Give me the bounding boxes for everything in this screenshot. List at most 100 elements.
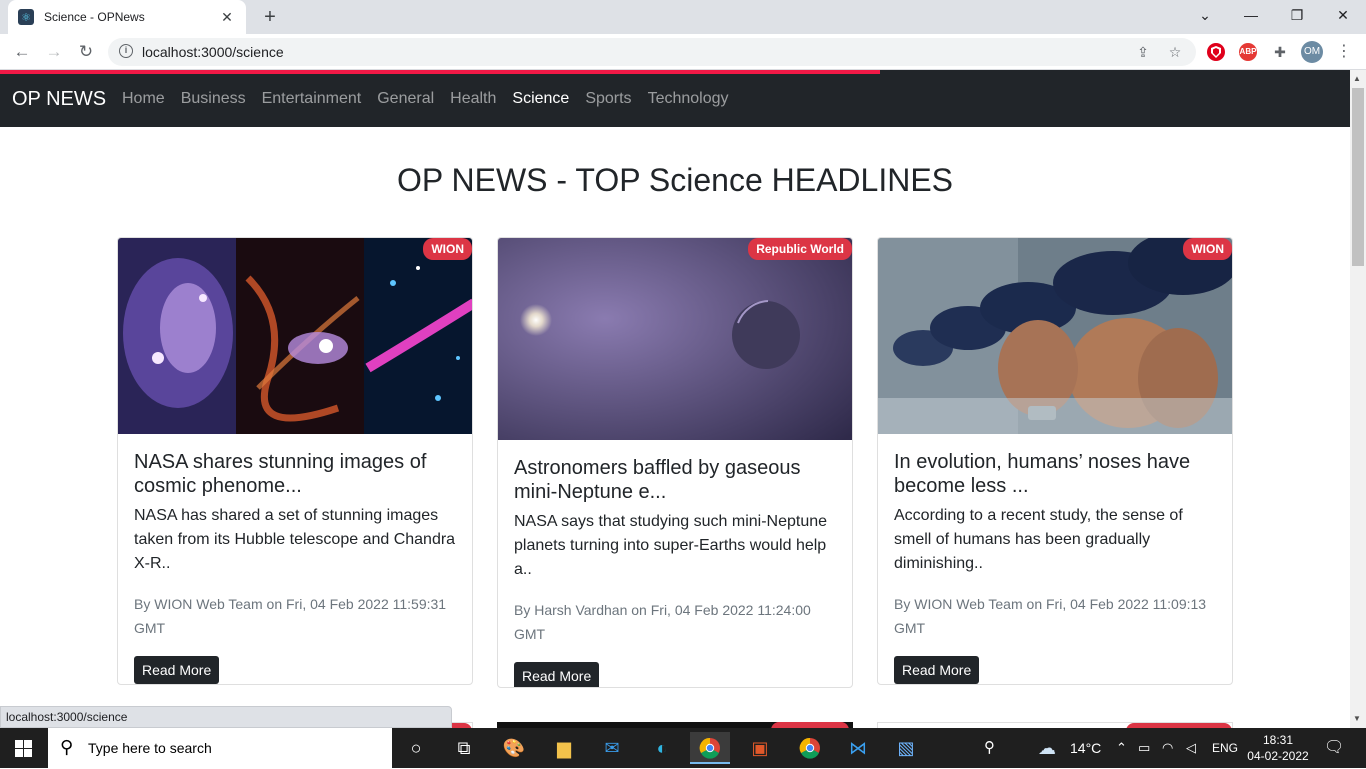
wifi-icon[interactable]: ◠	[1162, 728, 1173, 768]
meta-on-label: on	[1026, 596, 1043, 612]
card-title: Astronomers baffled by gaseous mini-Nept…	[514, 457, 801, 503]
back-icon[interactable]: ←	[10, 40, 34, 64]
search-placeholder[interactable]: Type here to search	[88, 740, 212, 756]
weather-icon[interactable]: ☁	[1038, 728, 1056, 768]
nav-link-technology[interactable]: Technology	[648, 90, 729, 108]
status-bar-url: localhost:3000/science	[0, 706, 452, 728]
card-body: NASA shares stunning images of cosmic ph…	[118, 434, 472, 684]
ublock-icon[interactable]	[1207, 43, 1225, 61]
news-image[interactable]	[878, 238, 1232, 434]
clock-time: 18:31	[1262, 733, 1294, 747]
language-indicator[interactable]: ENG	[1212, 728, 1238, 768]
card-description: NASA has shared a set of stunning images…	[134, 507, 456, 572]
meta-on-label: on	[631, 602, 647, 618]
nav-link-sports[interactable]: Sports	[585, 90, 631, 108]
meta-on-label: on	[266, 596, 283, 612]
taskbar-search[interactable]: ⚲ Type here to search	[48, 728, 392, 768]
scrollbar-thumb[interactable]	[1352, 88, 1364, 266]
browser-tab[interactable]: ⚛ Science - OPNews ✕	[8, 0, 246, 34]
windows-start-icon[interactable]	[15, 740, 32, 757]
browser-tab-strip: ⚛ Science - OPNews ✕ + ⌄ — ❐ ✕	[0, 0, 1366, 34]
meta-by-label: By	[514, 602, 531, 618]
scroll-up-icon[interactable]: ▲	[1353, 74, 1361, 83]
card-description: According to a recent study, the sense o…	[894, 507, 1183, 572]
adblock-icon[interactable]: ABP	[1239, 43, 1257, 61]
react-favicon-icon: ⚛	[18, 9, 34, 25]
card-body: In evolution, humans’ noses have become …	[878, 434, 1232, 684]
edge-browser-icon[interactable]: ◐	[642, 732, 682, 764]
vscode-icon[interactable]: ⋈	[838, 732, 878, 764]
extensions-puzzle-icon[interactable]: ✚	[1271, 43, 1289, 61]
card-author: WION Web Team	[154, 596, 263, 612]
minimize-button[interactable]: —	[1228, 0, 1274, 30]
paint-app-icon[interactable]: 🎨	[494, 732, 534, 764]
nav-link-home[interactable]: Home	[122, 90, 165, 108]
people-icon[interactable]: ⚲	[984, 728, 995, 768]
mail-icon[interactable]: ✉	[592, 732, 632, 764]
tab-close-icon[interactable]: ✕	[218, 9, 236, 26]
page-viewport: OP NEWS Home Business Entertainment Gene…	[0, 70, 1350, 728]
tab-title: Science - OPNews	[44, 10, 145, 24]
profile-avatar[interactable]: OM	[1301, 41, 1323, 63]
new-tab-button[interactable]: +	[258, 5, 282, 29]
news-image[interactable]	[118, 238, 472, 434]
tab-search-icon[interactable]: ⌄	[1182, 0, 1228, 30]
card-meta: By WION Web Team on Fri, 04 Feb 2022 11:…	[894, 592, 1216, 640]
battery-icon[interactable]: ▭	[1138, 728, 1150, 768]
news-card: Republic World Astronomers baffled by ga…	[497, 237, 853, 688]
site-info-icon[interactable]: i	[119, 44, 133, 58]
source-badge: WION	[423, 238, 472, 260]
photos-icon[interactable]: ▧	[886, 732, 926, 764]
card-author: WION Web Team	[914, 596, 1023, 612]
search-icon: ⚲	[60, 737, 74, 757]
nav-link-entertainment[interactable]: Entertainment	[262, 90, 362, 108]
news-image[interactable]	[498, 238, 852, 440]
nav-link-business[interactable]: Business	[181, 90, 246, 108]
brand-logo[interactable]: OP NEWS	[12, 88, 106, 111]
nav-link-general[interactable]: General	[377, 90, 434, 108]
clock[interactable]: 18:31 04-02-2022	[1246, 728, 1310, 768]
card-author: Harsh Vardhan	[534, 602, 628, 618]
meta-by-label: By	[134, 596, 151, 612]
meta-by-label: By	[894, 596, 911, 612]
scroll-down-icon[interactable]: ▼	[1353, 714, 1361, 723]
nav-link-health[interactable]: Health	[450, 90, 496, 108]
reload-icon[interactable]: ↻	[74, 40, 98, 64]
news-card: WION NASA shares stunning images of cosm…	[117, 237, 473, 685]
clock-date: 04-02-2022	[1247, 749, 1309, 763]
bookmark-star-icon[interactable]: ☆	[1165, 42, 1185, 62]
read-more-button[interactable]: Read More	[894, 656, 980, 684]
chrome-profile-icon[interactable]	[790, 732, 830, 764]
page-scrollbar[interactable]: ▲ ▼	[1350, 70, 1366, 728]
source-badge: Republic World	[748, 238, 852, 260]
read-more-button[interactable]: Read More	[514, 662, 600, 687]
card-title: NASA shares stunning images of cosmic ph…	[134, 451, 427, 497]
url-text[interactable]: localhost:3000/science	[142, 44, 284, 60]
card-meta: By WION Web Team on Fri, 04 Feb 2022 11:…	[134, 592, 456, 640]
source-badge: WION	[1183, 238, 1232, 260]
card-meta: By Harsh Vardhan on Fri, 04 Feb 2022 11:…	[514, 598, 836, 646]
task-view-icon[interactable]: ⧉	[444, 732, 484, 764]
volume-icon[interactable]: ◁	[1186, 728, 1196, 768]
chrome-browser-icon[interactable]	[690, 732, 730, 764]
close-window-button[interactable]: ✕	[1320, 0, 1366, 30]
forward-icon[interactable]: →	[42, 40, 66, 64]
office-icon[interactable]: ▣	[740, 732, 780, 764]
nav-links: Home Business Entertainment General Heal…	[122, 90, 745, 108]
browser-toolbar: ← → ↻ i localhost:3000/science ⇪ ☆ ABP ✚…	[0, 34, 1366, 70]
loading-progress-bar	[0, 70, 880, 74]
app-navbar: OP NEWS Home Business Entertainment Gene…	[0, 70, 1350, 127]
restore-button[interactable]: ❐	[1274, 0, 1320, 30]
read-more-button[interactable]: Read More	[134, 656, 220, 684]
cortana-icon[interactable]: ○	[396, 732, 436, 764]
file-explorer-icon[interactable]: ▆	[544, 732, 584, 764]
address-bar[interactable]: i localhost:3000/science ⇪ ☆	[108, 38, 1196, 66]
temperature[interactable]: 14°C	[1070, 728, 1101, 768]
tray-chevron-icon[interactable]: ⌃	[1116, 728, 1127, 768]
menu-kebab-icon[interactable]: ⋮	[1334, 41, 1354, 63]
nav-link-science[interactable]: Science	[512, 90, 569, 108]
card-description: NASA says that studying such mini-Neptun…	[514, 513, 828, 578]
share-icon[interactable]: ⇪	[1133, 42, 1153, 62]
page-title: OP NEWS - TOP Science HEADLINES	[396, 162, 954, 198]
notification-icon[interactable]: 🗨	[1324, 728, 1344, 768]
